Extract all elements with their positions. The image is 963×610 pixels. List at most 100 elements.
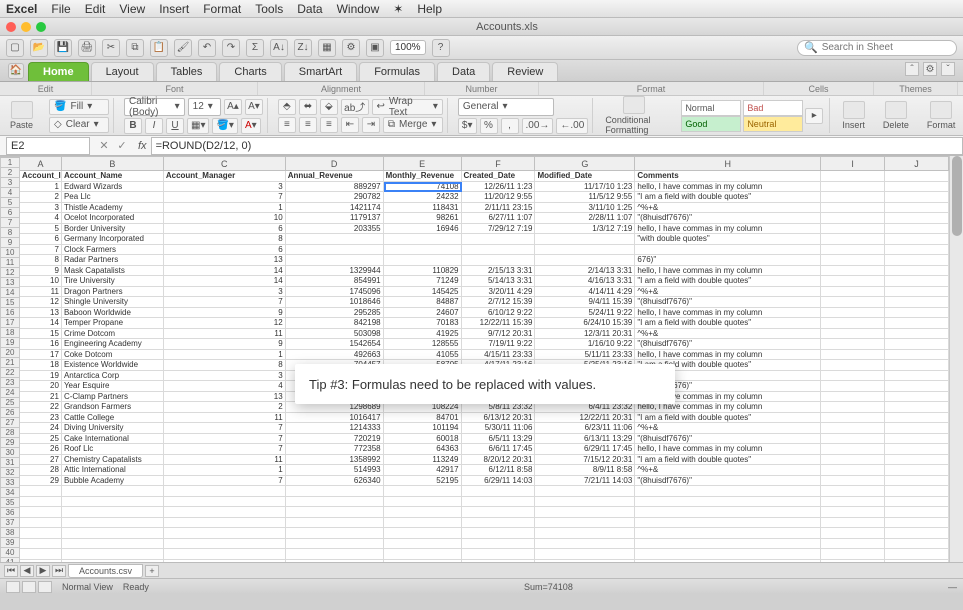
cell[interactable]: 3/11/10 1:25 — [535, 203, 635, 214]
cell[interactable]: 17 — [20, 350, 62, 361]
cell[interactable]: 5/11/11 23:33 — [535, 350, 635, 361]
row-header[interactable]: 8 — [0, 228, 20, 238]
cell[interactable]: "I am a field with double quotes" — [635, 276, 821, 287]
cell[interactable] — [635, 528, 821, 539]
cell[interactable] — [462, 539, 536, 550]
cell[interactable]: Radar Partners — [62, 255, 164, 266]
cell[interactable]: 6/13/12 20:31 — [462, 413, 536, 424]
cell[interactable]: 3 — [164, 371, 286, 382]
cell[interactable] — [635, 497, 821, 508]
cell[interactable] — [462, 560, 536, 563]
cell[interactable]: 1542654 — [286, 339, 384, 350]
clear-button[interactable]: ◇ Clear ▾ — [49, 117, 109, 133]
row-header[interactable]: 41 — [0, 558, 20, 562]
cell[interactable]: 11/20/12 9:55 — [462, 192, 536, 203]
cell[interactable] — [164, 528, 286, 539]
cell[interactable]: Temper Propane — [62, 318, 164, 329]
cell[interactable] — [885, 203, 949, 214]
cell[interactable] — [535, 518, 635, 529]
cell[interactable]: 6/29/11 17:45 — [535, 444, 635, 455]
align-bottom-icon[interactable]: ⬙ — [320, 99, 338, 115]
cell[interactable] — [384, 560, 462, 563]
cell[interactable]: Chemistry Capatalists — [62, 455, 164, 466]
row-header[interactable]: 38 — [0, 528, 20, 538]
cell[interactable]: 1329944 — [286, 266, 384, 277]
cell[interactable] — [635, 560, 821, 563]
row-header[interactable]: 25 — [0, 398, 20, 408]
conditional-formatting-button[interactable]: Conditional Formatting — [599, 96, 669, 135]
row-header[interactable]: 11 — [0, 258, 20, 268]
cell[interactable]: 10 — [164, 213, 286, 224]
column-header[interactable]: H — [635, 156, 821, 171]
cell[interactable] — [821, 203, 885, 214]
cell[interactable]: 12/26/11 1:23 — [462, 182, 536, 193]
cell[interactable] — [885, 339, 949, 350]
cell[interactable] — [384, 539, 462, 550]
ribbon-tab-formulas[interactable]: Formulas — [359, 62, 435, 81]
align-left-icon[interactable]: ≡ — [278, 117, 296, 133]
redo-icon[interactable]: ↷ — [222, 39, 240, 57]
cell[interactable] — [821, 413, 885, 424]
cell[interactable]: 98261 — [384, 213, 462, 224]
cell[interactable]: 7 — [164, 444, 286, 455]
cell[interactable]: 12/3/11 20:31 — [535, 329, 635, 340]
cell[interactable] — [885, 266, 949, 277]
cell[interactable]: "(8huisdf7676)" — [635, 339, 821, 350]
cell[interactable]: Germany Incorporated — [62, 234, 164, 245]
cell[interactable] — [462, 497, 536, 508]
cell[interactable] — [462, 518, 536, 529]
cell[interactable] — [885, 371, 949, 382]
cell[interactable]: hello, I have commas in my column — [635, 182, 821, 193]
cell[interactable] — [885, 245, 949, 256]
cell[interactable]: 1 — [164, 350, 286, 361]
row-header[interactable]: 27 — [0, 418, 20, 428]
cell[interactable]: 8 — [20, 255, 62, 266]
cell[interactable] — [635, 507, 821, 518]
cell[interactable] — [885, 444, 949, 455]
cell[interactable] — [20, 549, 62, 560]
cell[interactable] — [384, 497, 462, 508]
cell[interactable]: Dragon Partners — [62, 287, 164, 298]
cell[interactable]: hello, I have commas in my column — [635, 224, 821, 235]
row-header[interactable]: 31 — [0, 458, 20, 468]
cell[interactable] — [62, 528, 164, 539]
cell[interactable] — [62, 486, 164, 497]
cell[interactable] — [885, 234, 949, 245]
cell[interactable]: 6/23/11 11:06 — [535, 423, 635, 434]
cell[interactable] — [20, 497, 62, 508]
cell[interactable]: ^%+& — [635, 465, 821, 476]
ribbon-toggle-icon[interactable]: 🏠 — [8, 63, 24, 79]
app-menu[interactable]: Excel — [6, 2, 37, 16]
row-header[interactable]: 2 — [0, 168, 20, 178]
cell[interactable]: Border University — [62, 224, 164, 235]
cell[interactable]: Engineering Academy — [62, 339, 164, 350]
cell[interactable]: 14 — [164, 266, 286, 277]
cell[interactable] — [635, 486, 821, 497]
cell[interactable]: 1358992 — [286, 455, 384, 466]
cell[interactable]: "(8huisdf7676)" — [635, 476, 821, 487]
cell[interactable] — [885, 255, 949, 266]
row-header[interactable]: 30 — [0, 448, 20, 458]
font-size-select[interactable]: 12 ▾ — [188, 98, 221, 116]
column-header[interactable]: A — [20, 156, 62, 171]
cell[interactable]: 13 — [164, 392, 286, 403]
scroll-thumb[interactable] — [952, 156, 962, 236]
cell[interactable] — [20, 539, 62, 550]
cell[interactable]: 14 — [164, 276, 286, 287]
cell[interactable]: 12 — [164, 318, 286, 329]
column-header[interactable]: B — [62, 156, 164, 171]
cell[interactable] — [384, 518, 462, 529]
decrease-decimal-icon[interactable]: ←.00 — [556, 118, 588, 134]
cell[interactable] — [821, 486, 885, 497]
cell[interactable] — [635, 539, 821, 550]
header-cell[interactable]: Account_Manager — [164, 171, 286, 182]
cell[interactable] — [384, 234, 462, 245]
cell[interactable]: 1018646 — [286, 297, 384, 308]
cell[interactable]: 7 — [164, 297, 286, 308]
cell[interactable] — [821, 465, 885, 476]
cell[interactable]: 9 — [164, 308, 286, 319]
cell[interactable] — [821, 518, 885, 529]
page-break-view-icon[interactable] — [38, 581, 52, 593]
cell[interactable]: 13 — [20, 308, 62, 319]
cell[interactable]: 1/16/10 9:22 — [535, 339, 635, 350]
